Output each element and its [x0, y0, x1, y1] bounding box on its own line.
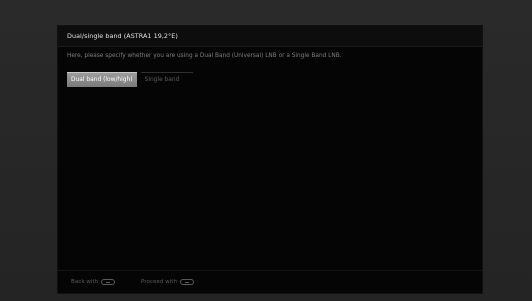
dialog-description: Here, please specify whether you are usi… [67, 53, 342, 59]
proceed-hint[interactable]: Proceed with [141, 279, 195, 285]
back-hint-label: Back with [71, 279, 99, 285]
back-key-icon [101, 279, 116, 285]
lnb-setup-dialog: Dual/single band (ASTRA1 19,2°E) Here, p… [58, 26, 482, 293]
band-option-selector: Dual band (low/high) Single band [67, 72, 194, 87]
dialog-title: Dual/single band (ASTRA1 19,2°E) [67, 32, 178, 40]
proceed-hint-label: Proceed with [141, 279, 178, 285]
dialog-footer: Back with Proceed with [58, 270, 482, 294]
dialog-header: Dual/single band (ASTRA1 19,2°E) [58, 26, 482, 47]
option-single-band[interactable]: Single band [140, 72, 194, 87]
ok-key-icon [180, 279, 195, 285]
option-dual-band[interactable]: Dual band (low/high) [67, 72, 137, 87]
back-hint[interactable]: Back with [71, 279, 116, 285]
